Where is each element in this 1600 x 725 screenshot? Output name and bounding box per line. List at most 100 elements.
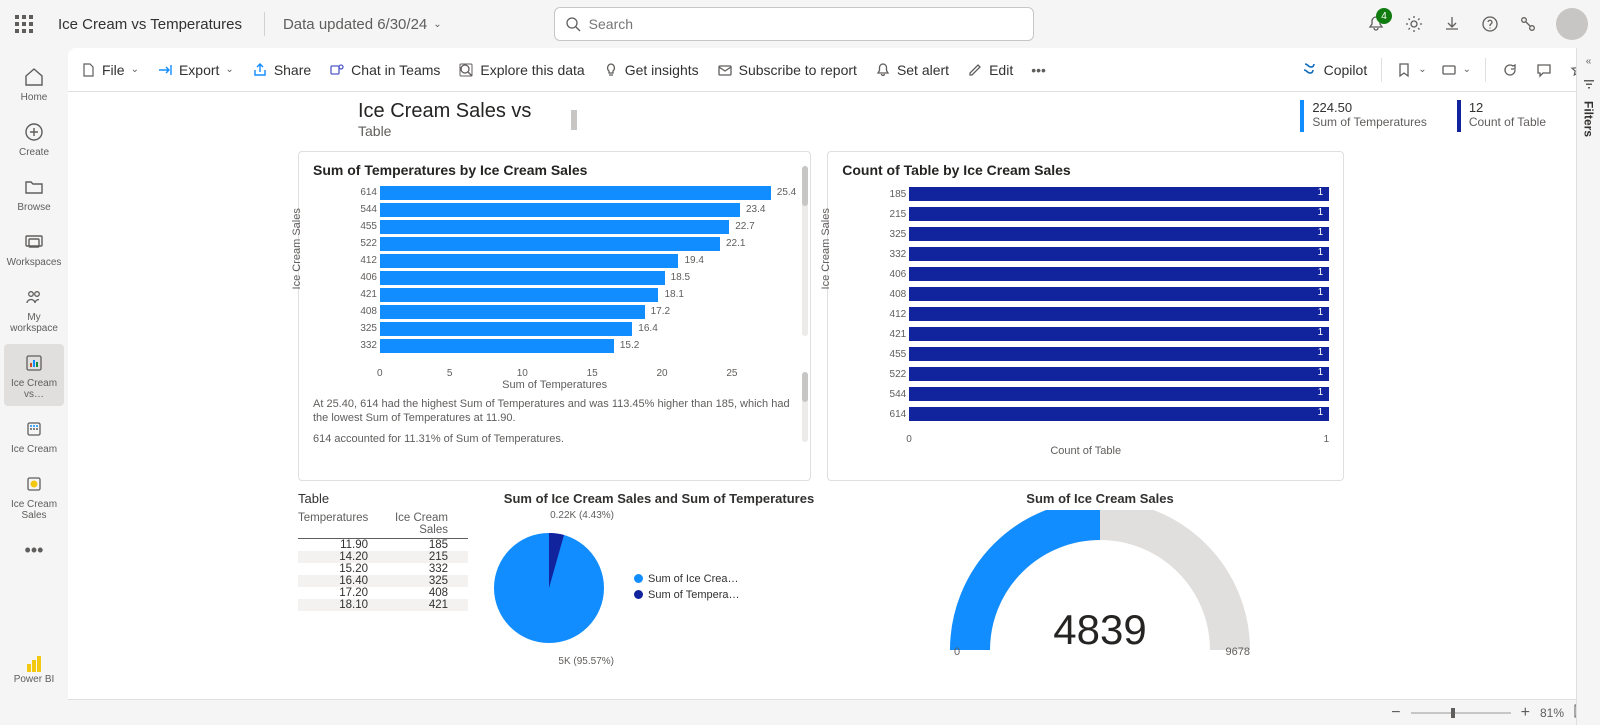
nav-current-report[interactable]: Ice Cream vs…	[4, 344, 64, 406]
share-button[interactable]: Share	[252, 62, 311, 78]
report-canvas: Ice Cream Sales vs Table 224.50Sum of Te…	[68, 92, 1576, 693]
download-button[interactable]	[1442, 14, 1462, 34]
pie-label: 5K (95.57%)	[484, 656, 614, 667]
bar-row: 33215.2	[351, 337, 796, 354]
connection-icon	[1519, 15, 1537, 33]
alert-button[interactable]: Set alert	[875, 62, 949, 78]
visual-table[interactable]: Table TemperaturesIce Cream Sales 11.901…	[298, 491, 468, 667]
nav-workspaces[interactable]: Workspaces	[4, 223, 64, 274]
search-input[interactable]	[554, 7, 1034, 41]
zoom-in-button[interactable]: +	[1521, 704, 1530, 722]
document-title: Ice Cream vs Temperatures	[48, 16, 252, 33]
view-button[interactable]: ⌄	[1441, 62, 1471, 78]
kpi-count-table: 12Count of Table	[1457, 100, 1546, 132]
top-right-actions: 4	[1366, 8, 1588, 40]
y-axis-label: Ice Cream Sales	[291, 208, 303, 289]
table-row: 17.20408	[298, 587, 468, 599]
gauge-min: 0	[954, 646, 960, 658]
bar-row: 2151	[880, 204, 1329, 224]
bar-row: 5441	[880, 384, 1329, 404]
zoom-out-button[interactable]: −	[1391, 704, 1400, 722]
nav-ice-cream[interactable]: Ice Cream	[4, 410, 64, 461]
report-subtitle: Table	[358, 123, 531, 139]
legend-item: Sum of Tempera…	[634, 589, 740, 601]
home-icon	[21, 64, 47, 90]
notification-badge: 4	[1376, 8, 1392, 24]
bar-row: 41219.4	[351, 252, 796, 269]
help-button[interactable]	[1480, 14, 1500, 34]
nav-create[interactable]: Create	[4, 113, 64, 164]
explore-button[interactable]: Explore this data	[458, 62, 584, 78]
bell-icon	[875, 62, 891, 78]
notifications-button[interactable]: 4	[1366, 14, 1386, 34]
bar-row: 1851	[880, 184, 1329, 204]
scrollbar[interactable]	[802, 166, 808, 336]
bookmark-button[interactable]: ⌄	[1396, 62, 1426, 78]
bar-row: 3321	[880, 244, 1329, 264]
copilot-button[interactable]: Copilot	[1300, 61, 1368, 79]
resize-handle[interactable]	[571, 110, 577, 130]
app-launcher-icon[interactable]	[12, 12, 36, 36]
bar-row: 4081	[880, 284, 1329, 304]
gauge-max: 9678	[1226, 646, 1250, 658]
nav-browse[interactable]: Browse	[4, 168, 64, 219]
x-axis-label: Count of Table	[842, 445, 1329, 457]
chevron-left-icon: «	[1586, 56, 1592, 67]
visual-count-table-bar[interactable]: Count of Table by Ice Cream Sales Ice Cr…	[827, 151, 1344, 481]
apps-button[interactable]	[1518, 14, 1538, 34]
title-block: Ice Cream Sales vs Table	[358, 100, 531, 139]
bar-row: 45522.7	[351, 218, 796, 235]
subscribe-button[interactable]: Subscribe to report	[717, 62, 857, 78]
nav-my-workspace[interactable]: My workspace	[4, 278, 64, 340]
y-axis-label: Ice Cream Sales	[820, 208, 832, 289]
visual-gauge[interactable]: Sum of Ice Cream Sales 4839 0 9678	[850, 491, 1350, 667]
edit-button[interactable]: Edit	[967, 62, 1013, 78]
bar-row: 42118.1	[351, 286, 796, 303]
mail-icon	[717, 62, 733, 78]
bar-row: 4551	[880, 344, 1329, 364]
nav-home[interactable]: Home	[4, 58, 64, 109]
filters-pane-collapsed[interactable]: « Filters	[1576, 48, 1600, 725]
nav-more[interactable]: •••	[4, 531, 64, 569]
file-menu[interactable]: File⌄	[80, 62, 139, 78]
gauge-value: 4839	[940, 606, 1260, 654]
refresh-button[interactable]	[1500, 60, 1520, 80]
avatar[interactable]	[1556, 8, 1588, 40]
teams-icon	[329, 62, 345, 78]
insights-button[interactable]: Get insights	[603, 62, 699, 78]
document-icon	[80, 62, 96, 78]
zoom-slider[interactable]	[1411, 712, 1511, 714]
bar-row: 4211	[880, 324, 1329, 344]
nav-ice-cream-sales[interactable]: Ice Cream Sales	[4, 465, 64, 527]
bar-row: 4121	[880, 304, 1329, 324]
scrollbar[interactable]	[802, 372, 808, 442]
insight-text: 614 accounted for 11.31% of Sum of Tempe…	[313, 432, 796, 446]
copilot-icon	[1300, 61, 1318, 79]
bar-row: 5221	[880, 364, 1329, 384]
data-updated-dropdown[interactable]: Data updated 6/30/24 ⌄	[277, 16, 442, 33]
chat-teams-button[interactable]: Chat in Teams	[329, 62, 440, 78]
refresh-icon	[1502, 62, 1518, 78]
view-icon	[1441, 62, 1457, 78]
visual-title: Sum of Ice Cream Sales and Sum of Temper…	[484, 491, 834, 506]
table-row: 18.10421	[298, 599, 468, 611]
table-row: 16.40325	[298, 575, 468, 587]
visual-sum-temperatures-bar[interactable]: Sum of Temperatures by Ice Cream Sales I…	[298, 151, 811, 481]
bar-row: 52222.1	[351, 235, 796, 252]
bar-row: 40817.2	[351, 303, 796, 320]
bar-row: 54423.4	[351, 201, 796, 218]
filter-icon	[1582, 77, 1596, 91]
settings-button[interactable]	[1404, 14, 1424, 34]
more-button[interactable]: •••	[1031, 62, 1046, 78]
comment-button[interactable]	[1534, 60, 1554, 80]
visual-pie[interactable]: Sum of Ice Cream Sales and Sum of Temper…	[484, 491, 834, 667]
search-field[interactable]	[589, 16, 1023, 32]
left-navigation: Home Create Browse Workspaces My workspa…	[0, 48, 68, 725]
bar-row: 6141	[880, 404, 1329, 424]
export-menu[interactable]: Export⌄	[157, 62, 234, 78]
visual-title: Sum of Temperatures by Ice Cream Sales	[313, 162, 796, 178]
bar-chart: 1851215132513321406140814121421145515221…	[880, 184, 1329, 434]
divider	[1381, 58, 1382, 82]
workspaces-icon	[21, 229, 47, 255]
bar-chart: 61425.454423.445522.752222.141219.440618…	[351, 184, 796, 364]
